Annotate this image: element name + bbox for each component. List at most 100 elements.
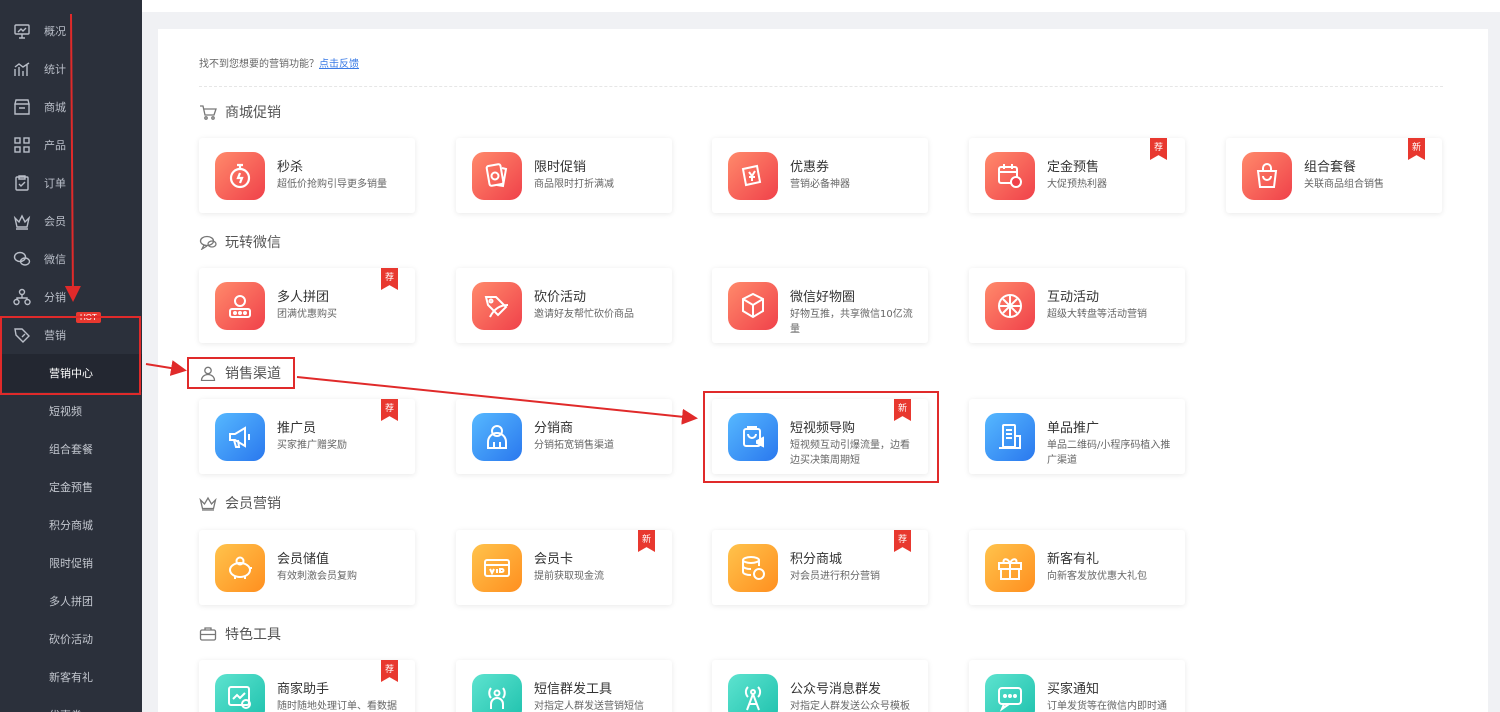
calendar-coin-icon xyxy=(985,152,1035,200)
sidebar-sub-short-video[interactable]: 短视频 xyxy=(0,392,142,430)
piggy-bank-icon xyxy=(215,544,265,592)
gift-icon xyxy=(985,544,1035,592)
box-3d-icon xyxy=(728,282,778,330)
card-new-customer-gift[interactable]: 新客有礼 向新客发放优惠大礼包 xyxy=(969,530,1185,605)
sidebar-sub-points-mall[interactable]: 积分商城 xyxy=(0,506,142,544)
card-description: 提前获取现金流 xyxy=(534,571,604,582)
spin-wheel-icon xyxy=(985,282,1035,330)
sidebar-item-orders[interactable]: 订单 xyxy=(0,164,142,202)
distributor-icon xyxy=(472,413,522,461)
card-title: 限时促销 xyxy=(534,160,587,175)
wechat-icon xyxy=(0,250,44,268)
distribution-icon xyxy=(0,288,44,306)
sidebar-item-store[interactable]: 商城 xyxy=(0,88,142,126)
card-interactive-activity[interactable]: 互动活动 超级大转盘等活动营销 xyxy=(969,268,1185,343)
store-icon xyxy=(0,98,44,116)
new-badge: 新 xyxy=(638,530,655,552)
recommend-badge: 荐 xyxy=(381,660,398,682)
card-member-card[interactable]: 会员卡 提前获取现金流 新 xyxy=(456,530,672,605)
sidebar-item-stats[interactable]: 统计 xyxy=(0,50,142,88)
card-description: 邀请好友帮忙砍价商品 xyxy=(534,309,634,320)
sidebar-item-label: 统计 xyxy=(44,63,66,76)
card-title: 会员储值 xyxy=(277,552,330,567)
card-limited-promo[interactable]: 限时促销 商品限时打折满减 xyxy=(456,138,672,213)
card-deposit-presale[interactable]: 定金预售 大促预热利器 荐 xyxy=(969,138,1185,213)
section-title-wechat-play: 玩转微信 xyxy=(199,232,281,252)
sidebar-item-wechat[interactable]: 微信 xyxy=(0,240,142,278)
card-description: 对会员进行积分营销 xyxy=(790,571,880,582)
card-description: 分销拓宽销售渠道 xyxy=(534,440,614,451)
card-distributor[interactable]: 分销商 分销拓宽销售渠道 xyxy=(456,399,672,474)
card-buyer-notification[interactable]: 买家通知 订单发货等在微信内即时通知买家 xyxy=(969,660,1185,712)
card-description: 买家推广赠奖励 xyxy=(277,440,347,451)
signal-tower-icon xyxy=(728,674,778,712)
cart-icon xyxy=(199,104,219,120)
coin-stack-icon xyxy=(728,544,778,592)
toolbox-icon xyxy=(199,626,219,642)
grid-icon xyxy=(0,136,44,154)
sidebar-item-members[interactable]: 会员 xyxy=(0,202,142,240)
card-description: 随时随地处理订单、看数据 xyxy=(277,701,397,712)
card-single-product-promo[interactable]: 单品推广 单品二维码/小程序码植入推广渠道 xyxy=(969,399,1185,474)
card-title: 积分商城 xyxy=(790,552,843,567)
megaphone-icon xyxy=(215,413,265,461)
section-title-member-marketing: 会员营销 xyxy=(199,493,281,513)
assistant-chart-icon xyxy=(215,674,265,712)
card-title: 优惠券 xyxy=(790,160,830,175)
sidebar-sub-combo[interactable]: 组合套餐 xyxy=(0,430,142,468)
card-combo-package[interactable]: 组合套餐 关联商品组合销售 新 xyxy=(1226,138,1442,213)
sidebar-sub-coupon[interactable]: 优惠券 xyxy=(0,696,142,712)
card-title: 多人拼团 xyxy=(277,290,330,305)
price-tag-icon xyxy=(472,152,522,200)
sidebar-item-label: 产品 xyxy=(44,139,66,152)
sms-broadcast-icon xyxy=(472,674,522,712)
sidebar-sub-presale[interactable]: 定金预售 xyxy=(0,468,142,506)
card-merchant-assistant[interactable]: 商家助手 随时随地处理订单、看数据 荐 xyxy=(199,660,415,712)
card-description: 对指定人群发送营销短信 xyxy=(534,701,644,712)
card-description: 团满优惠购买 xyxy=(277,309,337,320)
card-description: 营销必备神器 xyxy=(790,179,850,190)
feedback-link[interactable]: 点击反馈 xyxy=(319,59,359,70)
sidebar-item-products[interactable]: 产品 xyxy=(0,126,142,164)
card-title: 单品推广 xyxy=(1047,421,1100,436)
sidebar-item-label: 商城 xyxy=(44,101,66,114)
highlight-box-short-video-card xyxy=(703,391,939,483)
card-title: 砍价活动 xyxy=(534,290,587,305)
card-title: 组合套餐 xyxy=(1304,160,1357,175)
section-title-mall-promo: 商城促销 xyxy=(199,102,281,122)
chat-bubble-icon xyxy=(199,234,219,250)
dashboard-icon xyxy=(0,22,44,40)
card-title: 秒杀 xyxy=(277,160,304,175)
sidebar-sub-new-customer[interactable]: 新客有礼 xyxy=(0,658,142,696)
card-bargain[interactable]: 砍价活动 邀请好友帮忙砍价商品 xyxy=(456,268,672,343)
card-group-buy[interactable]: 多人拼团 团满优惠购买 荐 xyxy=(199,268,415,343)
card-wechat-good-items[interactable]: 微信好物圈 好物互推，共享微信10亿流量 xyxy=(712,268,928,343)
section-title-text: 会员营销 xyxy=(225,496,281,512)
notice-text: 找不到您想要的营销功能？ xyxy=(199,59,319,70)
sidebar-item-overview[interactable]: 概况 xyxy=(0,12,142,50)
feedback-notice: 找不到您想要的营销功能？点击反馈 xyxy=(199,55,359,70)
card-flash-sale[interactable]: 秒杀 超低价抢购引导更多销量 xyxy=(199,138,415,213)
sidebar-item-label: 分销 xyxy=(44,291,66,304)
card-title: 分销商 xyxy=(534,421,574,436)
recommend-badge: 荐 xyxy=(1150,138,1167,160)
sidebar-item-label: 订单 xyxy=(44,177,66,190)
card-description: 超低价抢购引导更多销量 xyxy=(277,179,387,190)
sidebar-sub-bargain[interactable]: 砍价活动 xyxy=(0,620,142,658)
card-title: 商家助手 xyxy=(277,682,330,697)
card-coupon[interactable]: 优惠券 营销必备神器 xyxy=(712,138,928,213)
card-member-stored-value[interactable]: 会员储值 有效刺激会员复购 xyxy=(199,530,415,605)
card-description: 商品限时打折满减 xyxy=(534,179,614,190)
sidebar-item-distribution[interactable]: 分销 xyxy=(0,278,142,316)
card-sms-broadcast[interactable]: 短信群发工具 对指定人群发送营销短信 xyxy=(456,660,672,712)
sidebar-sub-flash-promo[interactable]: 限时促销 xyxy=(0,544,142,582)
card-official-account-broadcast[interactable]: 公众号消息群发 对指定人群发送公众号模板消息 xyxy=(712,660,928,712)
card-description: 向新客发放优惠大礼包 xyxy=(1047,571,1147,582)
card-promoter[interactable]: 推广员 买家推广赠奖励 荐 xyxy=(199,399,415,474)
new-badge: 新 xyxy=(1408,138,1425,160)
card-description: 好物互推，共享微信10亿流量 xyxy=(790,309,913,335)
card-points-mall[interactable]: 积分商城 对会员进行积分营销 荐 xyxy=(712,530,928,605)
card-title: 互动活动 xyxy=(1047,290,1100,305)
highlight-box-marketing-menu xyxy=(0,316,141,395)
sidebar-sub-group-buy[interactable]: 多人拼团 xyxy=(0,582,142,620)
